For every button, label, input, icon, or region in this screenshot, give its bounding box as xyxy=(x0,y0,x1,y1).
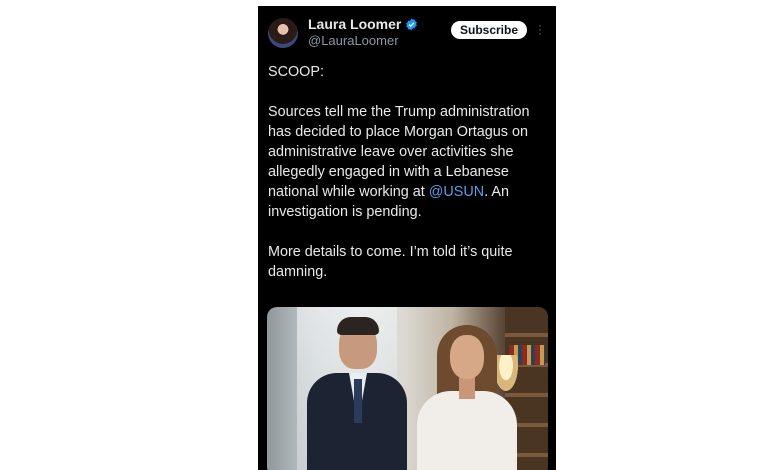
photo-person-woman xyxy=(417,321,517,470)
avatar[interactable] xyxy=(268,18,298,48)
tweet-media-image[interactable] xyxy=(267,307,548,470)
tweet-paragraph-2: Sources tell me the Trump administration… xyxy=(268,102,550,222)
mention-link[interactable]: @USUN xyxy=(429,184,484,200)
tweet-text: SCOOP: Sources tell me the Trump adminis… xyxy=(268,62,550,282)
more-vertical-icon[interactable]: · · · xyxy=(537,19,543,39)
tweet-paragraph-3: More details to come. I’m told it’s quit… xyxy=(268,244,513,280)
display-name[interactable]: Laura Loomer xyxy=(308,16,401,32)
photo-person-man xyxy=(307,317,407,470)
display-name-row[interactable]: Laura Loomer xyxy=(308,16,418,32)
subscribe-button[interactable]: Subscribe xyxy=(451,21,527,39)
tweet-header: Laura Loomer @LauraLoomer Subscribe · · · xyxy=(258,6,556,56)
tweet-paragraph-1: SCOOP: xyxy=(268,64,324,80)
tweet-screen: Laura Loomer @LauraLoomer Subscribe · · · … xyxy=(258,6,556,470)
verified-badge-icon xyxy=(406,18,418,30)
user-handle[interactable]: @LauraLoomer xyxy=(308,33,399,48)
